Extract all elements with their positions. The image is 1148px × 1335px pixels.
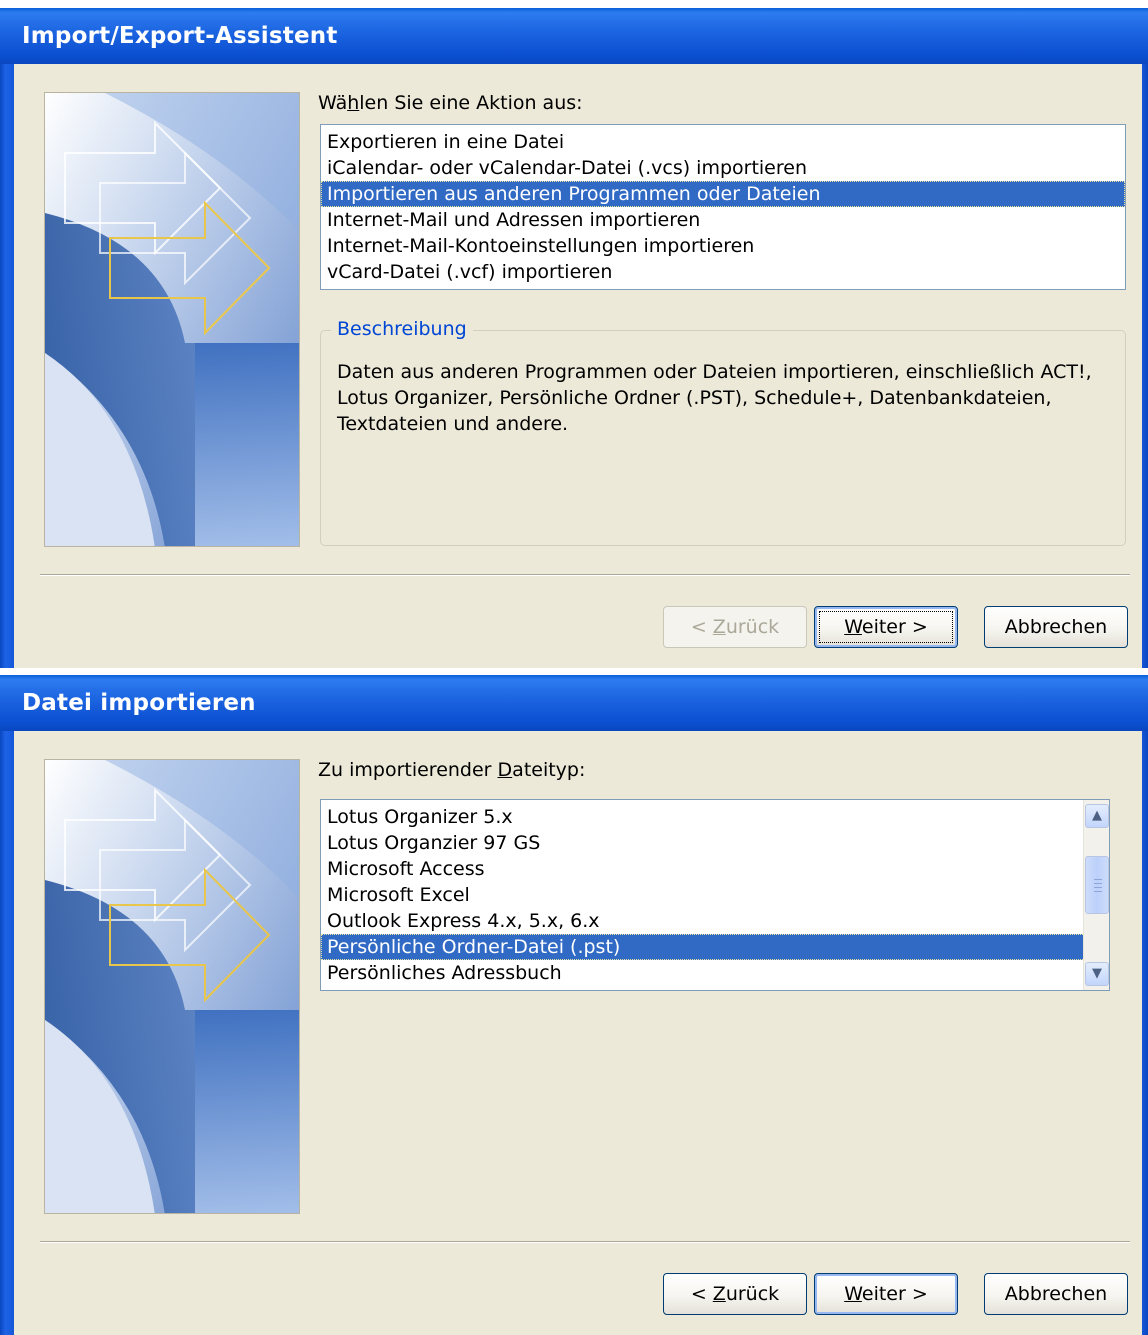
wizard-arrow-graphic-icon [44,92,300,547]
description-groupbox: Beschreibung Daten aus anderen Programme… [320,318,1126,546]
window-frame-left [0,64,14,668]
window-frame-right [1142,731,1148,1335]
separator [40,574,1130,576]
wizard-arrow-graphic-icon [44,759,300,1214]
action-prompt-label: Wählen Sie eine Aktion aus: [318,92,583,114]
description-label: Beschreibung [331,318,473,340]
focus-rectangle [819,611,953,643]
scroll-up-icon[interactable]: ▲ [1085,804,1109,828]
cancel-button[interactable]: Abbrechen [984,606,1128,648]
list-item[interactable]: Lotus Organzier 97 GS [321,830,1109,856]
grip-line [1094,891,1102,892]
scroll-down-icon[interactable]: ▼ [1085,962,1109,986]
list-item[interactable]: Outlook Express 4.x, 5.x, 6.x [321,908,1109,934]
list-item[interactable]: vCard-Datei (.vcf) importieren [321,259,1125,285]
list-item[interactable]: Microsoft Access [321,856,1109,882]
grip-line [1094,879,1102,880]
next-button[interactable]: Weiter > [814,1273,958,1315]
list-item[interactable]: iCalendar- oder vCalendar-Datei (.vcs) i… [321,155,1125,181]
list-item-selected[interactable]: Importieren aus anderen Programmen oder … [321,181,1125,207]
import-export-wizard-dialog: Import/Export-Assistent Wählen Sie eine … [0,8,1148,668]
file-type-prompt-label: Zu importierender Dateityp: [318,759,586,781]
list-item[interactable]: Internet-Mail-Kontoeinstellungen importi… [321,233,1125,259]
window-frame-left [0,731,14,1335]
action-listbox[interactable]: Exportieren in eine Datei iCalendar- ode… [320,124,1126,290]
list-item[interactable]: Exportieren in eine Datei [321,129,1125,155]
vertical-scrollbar[interactable]: ▲ ▼ [1083,800,1109,990]
description-text: Daten aus anderen Programmen oder Dateie… [337,361,1092,435]
import-file-dialog: Datei importieren Zu importierender Date… [0,675,1148,1335]
dialog-title: Import/Export-Assistent [0,8,1148,64]
list-item[interactable]: Internet-Mail und Adressen importieren [321,207,1125,233]
grip-line [1094,883,1102,884]
list-item[interactable]: Persönliches Adressbuch [321,960,1109,986]
file-type-listbox[interactable]: Lotus Organizer 5.x Lotus Organzier 97 G… [320,799,1110,991]
list-item[interactable]: Lotus Organizer 5.x [321,804,1109,830]
back-button[interactable]: < Zurück [663,606,807,648]
scroll-thumb[interactable] [1085,856,1109,914]
list-item[interactable]: Microsoft Excel [321,882,1109,908]
dialog-title: Datei importieren [0,675,1148,731]
cancel-button[interactable]: Abbrechen [984,1273,1128,1315]
back-button[interactable]: < Zurück [663,1273,807,1315]
grip-line [1094,887,1102,888]
next-button[interactable]: Weiter > [814,606,958,648]
window-frame-right [1142,64,1148,668]
separator [40,1241,1130,1243]
list-item-selected[interactable]: Persönliche Ordner-Datei (.pst) [321,934,1109,960]
